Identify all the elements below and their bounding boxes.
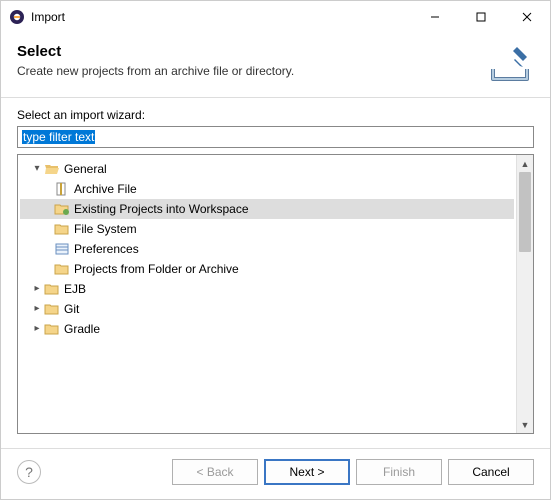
- close-button[interactable]: [504, 1, 550, 33]
- button-label: < Back: [196, 465, 233, 479]
- tree-label: Git: [64, 299, 79, 319]
- button-label: Finish: [383, 465, 415, 479]
- scroll-thumb[interactable]: [519, 172, 531, 252]
- tree-node-general[interactable]: ▾ General: [20, 159, 514, 179]
- tree-node-ejb[interactable]: ▸ EJB: [20, 279, 514, 299]
- chevron-right-icon[interactable]: ▸: [30, 299, 44, 319]
- scroll-down-icon[interactable]: ▼: [517, 416, 533, 433]
- chevron-right-icon[interactable]: ▸: [30, 279, 44, 299]
- tree-label: EJB: [64, 279, 86, 299]
- filter-text: type filter text: [22, 130, 95, 144]
- back-button[interactable]: < Back: [172, 459, 258, 485]
- tree-label: Projects from Folder or Archive: [74, 259, 239, 279]
- help-icon: ?: [25, 464, 33, 480]
- cancel-button[interactable]: Cancel: [448, 459, 534, 485]
- tree-label: Existing Projects into Workspace: [74, 199, 249, 219]
- preferences-icon: [54, 241, 70, 257]
- window-title: Import: [31, 10, 412, 24]
- folder-icon: [44, 281, 60, 297]
- wizard-tree-container: ▾ General Archive File Existing Projects…: [17, 154, 534, 434]
- app-icon: [9, 9, 25, 25]
- wizard-header: Select Create new projects from an archi…: [1, 33, 550, 98]
- button-label: Next >: [289, 465, 324, 479]
- tree-node-projects-folder-archive[interactable]: Projects from Folder or Archive: [20, 259, 514, 279]
- tree-label: Gradle: [64, 319, 100, 339]
- tree-node-gradle[interactable]: ▸ Gradle: [20, 319, 514, 339]
- tree-node-existing-projects[interactable]: Existing Projects into Workspace: [20, 199, 514, 219]
- folder-icon: [54, 221, 70, 237]
- tree-label: General: [64, 159, 107, 179]
- tree-node-preferences[interactable]: Preferences: [20, 239, 514, 259]
- scroll-track[interactable]: [517, 172, 533, 416]
- wizard-footer: ? < Back Next > Finish Cancel: [1, 448, 550, 499]
- minimize-button[interactable]: [412, 1, 458, 33]
- folder-open-icon: [44, 161, 60, 177]
- wizard-select-label: Select an import wizard:: [17, 108, 534, 122]
- wizard-body: Select an import wizard: type filter tex…: [1, 98, 550, 448]
- window-controls: [412, 1, 550, 33]
- folder-icon: [44, 321, 60, 337]
- next-button[interactable]: Next >: [264, 459, 350, 485]
- chevron-down-icon[interactable]: ▾: [30, 159, 44, 179]
- tree-node-git[interactable]: ▸ Git: [20, 299, 514, 319]
- tree-node-archive-file[interactable]: Archive File: [20, 179, 514, 199]
- tree-label: Preferences: [74, 239, 139, 259]
- filter-input[interactable]: type filter text: [17, 126, 534, 148]
- title-bar: Import: [1, 1, 550, 33]
- tree-label: File System: [74, 219, 137, 239]
- page-subtitle: Create new projects from an archive file…: [17, 64, 486, 78]
- projects-icon: [54, 201, 70, 217]
- tree-label: Archive File: [74, 179, 137, 199]
- tree-node-file-system[interactable]: File System: [20, 219, 514, 239]
- archive-icon: [54, 181, 70, 197]
- import-icon: [486, 43, 534, 83]
- maximize-button[interactable]: [458, 1, 504, 33]
- scroll-up-icon[interactable]: ▲: [517, 155, 533, 172]
- page-title: Select: [17, 43, 486, 60]
- help-button[interactable]: ?: [17, 460, 41, 484]
- finish-button[interactable]: Finish: [356, 459, 442, 485]
- chevron-right-icon[interactable]: ▸: [30, 319, 44, 339]
- wizard-tree[interactable]: ▾ General Archive File Existing Projects…: [18, 155, 516, 433]
- folder-icon: [54, 261, 70, 277]
- tree-scrollbar[interactable]: ▲ ▼: [516, 155, 533, 433]
- folder-icon: [44, 301, 60, 317]
- button-label: Cancel: [472, 465, 509, 479]
